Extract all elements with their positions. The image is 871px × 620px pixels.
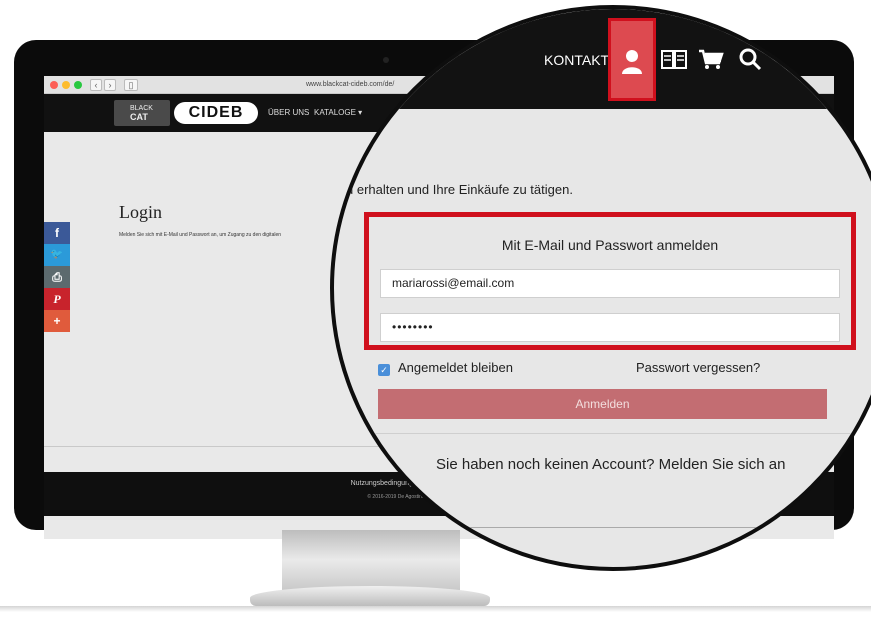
password-field[interactable]: •••••••• — [380, 313, 840, 342]
imac-base — [250, 586, 490, 606]
print-icon[interactable]: ⎙ — [44, 266, 70, 288]
black-cat-logo[interactable]: BLACK CAT — [114, 100, 170, 126]
user-icon — [622, 50, 642, 74]
cideb-logo[interactable]: CIDEB — [174, 102, 258, 124]
form-title: Mit E-Mail und Passwort anmelden — [501, 237, 719, 253]
login-form-highlight: Mit E-Mail und Passwort anmelden mariaro… — [364, 212, 856, 350]
remember-me-label: Angemeldet bleiben — [398, 360, 513, 375]
divider — [334, 527, 871, 528]
page-title: Login — [119, 202, 162, 222]
search-icon[interactable] — [738, 47, 762, 71]
page-subtitle: Melden Sie sich mit E-Mail und Passwort … — [119, 232, 282, 238]
email-field[interactable]: mariarossi@email.com — [380, 269, 840, 298]
magnified-header: KONTAKT — [334, 9, 871, 109]
imac-stand — [282, 530, 460, 590]
nav-ueber-uns[interactable]: ÜBER UNS — [268, 108, 309, 117]
facebook-icon[interactable]: f — [44, 222, 70, 244]
book-icon[interactable] — [660, 49, 688, 71]
login-button[interactable]: Anmelden — [378, 389, 827, 419]
twitter-icon[interactable]: 🐦 — [44, 244, 70, 266]
forgot-password-link[interactable]: Passwort vergessen? — [636, 360, 760, 375]
divider — [334, 433, 871, 434]
forward-icon[interactable]: › — [104, 79, 116, 91]
close-window-button[interactable] — [50, 81, 58, 89]
remember-me-checkbox[interactable]: ✓ — [378, 364, 390, 376]
zoom-window-button[interactable] — [74, 81, 82, 89]
login-instructions: u erhalten und Ihre Einkäufe zu tätigen. — [346, 182, 573, 197]
cart-icon[interactable] — [698, 49, 724, 71]
magnifier-callout: KONTAKT u erhalten und Ihre Einkäufe zu … — [330, 5, 871, 571]
social-share-bar: f 🐦 ⎙ P + — [44, 222, 70, 332]
minimize-window-button[interactable] — [62, 81, 70, 89]
plus-icon[interactable]: + — [44, 310, 70, 332]
back-icon[interactable]: ‹ — [90, 79, 102, 91]
nav-kontakt[interactable]: KONTAKT — [544, 52, 609, 68]
imac-mockup: ‹ › ▯ www.blackcat-cideb.com/de/ BLACK C… — [0, 0, 871, 620]
register-link[interactable]: Sie haben noch keinen Account? Melden Si… — [436, 456, 785, 473]
account-button[interactable] — [608, 18, 656, 101]
nav-kataloge[interactable]: KATALOGE ▾ — [314, 108, 362, 117]
pinterest-icon[interactable]: P — [44, 288, 70, 310]
sidebar-toggle-icon[interactable]: ▯ — [124, 79, 138, 91]
floor-shadow — [0, 606, 871, 612]
